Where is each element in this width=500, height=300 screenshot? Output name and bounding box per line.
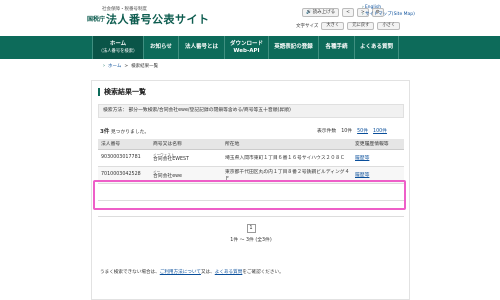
pagination: 1 (98, 223, 404, 233)
search-conditions: 検索方法： 部分一致検索/合同会社ewe/登記記録の閉鎖等含める/商号等五十音順… (98, 104, 404, 118)
header-links: ›English ›サイトマップ(Site Map) (362, 5, 415, 18)
per-page-50[interactable]: 50件 (357, 127, 368, 134)
help-note-mid: 又は、 (200, 270, 215, 275)
column-header: 商号又は名称 (150, 139, 222, 150)
column-header: 法人番号 (98, 139, 150, 150)
chevron-right-icon: › (103, 63, 105, 69)
help-note-suffix: をご確認ください。 (242, 270, 284, 275)
results-title: 検索結果一覧 (98, 88, 146, 96)
font-size-larger-button[interactable]: 大きく (321, 22, 345, 30)
history-link[interactable]: 履歴等 (355, 173, 369, 178)
nav-english-registration[interactable]: 英語表記の登録 (269, 36, 319, 59)
history-link[interactable]: 履歴等 (355, 156, 369, 161)
table-row: 9030003017781 イーウェスト 合同会社EWEST 埼玉県入間市東町１… (98, 149, 404, 167)
per-page-selector: 表示件数 10件 50件 100件 (317, 127, 387, 134)
chevron-right-icon: › (362, 5, 364, 10)
org-name[interactable]: 国税庁 (87, 14, 105, 23)
global-nav: ホーム （法人番号を検索） お知らせ 法人番号とは ダウンロード Web-API… (0, 36, 500, 59)
corporate-number: 9030003017781 (98, 149, 150, 167)
speaker-icon: 🔊 (306, 10, 312, 15)
nav-about[interactable]: 法人番号とは (179, 36, 225, 59)
breadcrumb: › ホーム > 検索結果一覧 (103, 63, 158, 69)
per-page-100[interactable]: 100件 (373, 127, 387, 134)
help-note-prefix: うまく検索できない場合は、 (100, 270, 160, 275)
page-number-current[interactable]: 1 (246, 223, 256, 233)
sitemap-link[interactable]: ›サイトマップ(Site Map) (362, 11, 415, 17)
per-page-10: 10件 (341, 129, 353, 134)
company-address: 埼玉県入間市東町１丁目６番１６号サイハウス２０８Ｃ (222, 149, 352, 167)
result-count-suffix: 見つかりました。 (109, 130, 150, 135)
font-size-label: 文字サイズ (296, 24, 319, 29)
highlight-box (93, 180, 406, 210)
breadcrumb-current: 検索結果一覧 (131, 64, 159, 69)
font-size-controls: 文字サイズ 大きく 元に戻す 小さく (296, 22, 401, 30)
read-aloud-label: 読み上げる (312, 10, 336, 15)
pagination-range: 1件 ～ 3件 (全3件) (230, 238, 272, 243)
breadcrumb-separator: > (124, 63, 129, 69)
english-link[interactable]: ›English (362, 5, 415, 10)
result-count-number: 3件 (100, 129, 110, 135)
nav-procedures[interactable]: 各種手続 (319, 36, 355, 59)
column-header: 変更履歴情報等 (352, 139, 404, 150)
site-title[interactable]: 法人番号公表サイト (106, 11, 210, 27)
read-aloud-button[interactable]: 🔊 読み上げる (302, 8, 340, 17)
usage-guide-link[interactable]: ご利用方法について (160, 270, 201, 275)
nav-home[interactable]: ホーム （法人番号を検索） (92, 36, 144, 59)
nav-download[interactable]: ダウンロード Web-API (225, 36, 269, 59)
result-count: 3件 見つかりました。 (100, 127, 149, 135)
help-note: うまく検索できない場合は、ご利用方法について又は、よくある質問をご確認ください。 (100, 269, 284, 275)
chevron-right-icon: › (362, 12, 364, 17)
font-size-smaller-button[interactable]: 小さく (377, 22, 401, 30)
breadcrumb-home[interactable]: ホーム (108, 63, 121, 69)
divider (98, 216, 404, 217)
font-size-reset-button[interactable]: 元に戻す (347, 22, 375, 30)
site-header: 社会保障・税番号制度 国税庁 法人番号公表サイト 🔊 読み上げる < > ⚙ ›… (0, 0, 500, 36)
back-button[interactable]: < (342, 8, 354, 17)
company-name-cell: イーウェスト 合同会社EWEST (150, 149, 222, 167)
per-page-label: 表示件数 (317, 129, 337, 134)
column-header: 所在地 (222, 139, 352, 150)
company-name: 合同会社EWEST (153, 156, 189, 162)
nav-faq[interactable]: よくある質問 (355, 36, 399, 59)
table-header-row: 法人番号 商号又は名称 所在地 変更履歴情報等 (98, 139, 404, 150)
nav-news[interactable]: お知らせ (144, 36, 179, 59)
faq-link[interactable]: よくある質問 (215, 270, 243, 275)
company-name: 合同会社ewe (153, 173, 183, 179)
